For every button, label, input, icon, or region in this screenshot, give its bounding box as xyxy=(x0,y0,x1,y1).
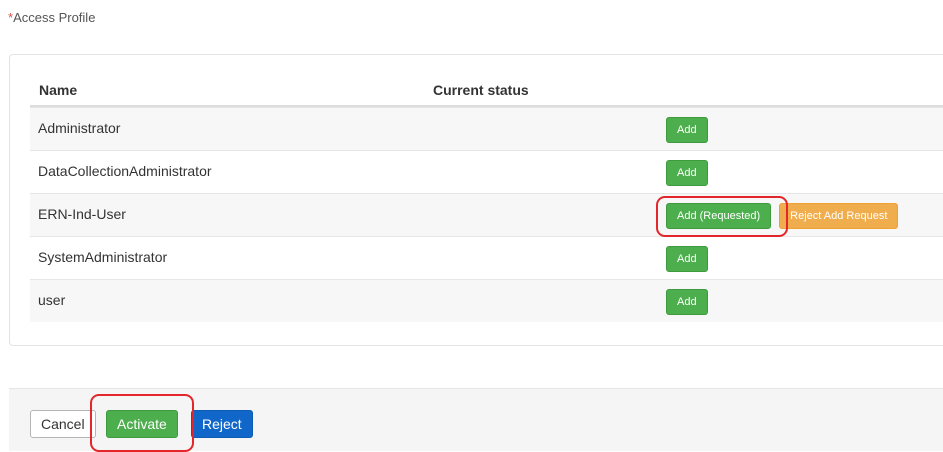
highlight-outline-activate xyxy=(90,394,194,452)
row-name: user xyxy=(38,292,66,308)
table-row: SystemAdministrator Add xyxy=(30,236,943,279)
add-button[interactable]: Add xyxy=(666,246,708,272)
access-profile-table: Name Current status Administrator Add Da… xyxy=(30,70,943,322)
column-header-current-status: Current status xyxy=(433,82,529,98)
table-header: Name Current status xyxy=(30,70,943,107)
access-profile-label: *Access Profile xyxy=(8,10,95,25)
highlight-outline-add-requested xyxy=(656,196,788,237)
row-name: DataCollectionAdministrator xyxy=(38,163,212,179)
add-button[interactable]: Add xyxy=(666,289,708,315)
row-actions: Add xyxy=(666,246,708,272)
row-name: ERN-Ind-User xyxy=(38,206,126,222)
cancel-button[interactable]: Cancel xyxy=(30,410,96,438)
row-name: Administrator xyxy=(38,120,121,136)
table-row: user Add xyxy=(30,279,943,322)
access-profile-panel: Name Current status Administrator Add Da… xyxy=(9,54,943,346)
row-actions: Add xyxy=(666,289,708,315)
table-row: Administrator Add xyxy=(30,107,943,150)
add-button[interactable]: Add xyxy=(666,117,708,143)
column-header-name: Name xyxy=(39,82,78,98)
add-button[interactable]: Add xyxy=(666,160,708,186)
access-profile-label-text: Access Profile xyxy=(13,10,96,25)
row-name: SystemAdministrator xyxy=(38,249,168,265)
row-actions: Add xyxy=(666,117,708,143)
reject-button[interactable]: Reject xyxy=(191,410,253,438)
table-row: ERN-Ind-User Add (Requested) Reject Add … xyxy=(30,193,943,236)
table-row: DataCollectionAdministrator Add xyxy=(30,150,943,193)
row-actions: Add xyxy=(666,160,708,186)
reject-add-request-button[interactable]: Reject Add Request xyxy=(779,203,899,229)
